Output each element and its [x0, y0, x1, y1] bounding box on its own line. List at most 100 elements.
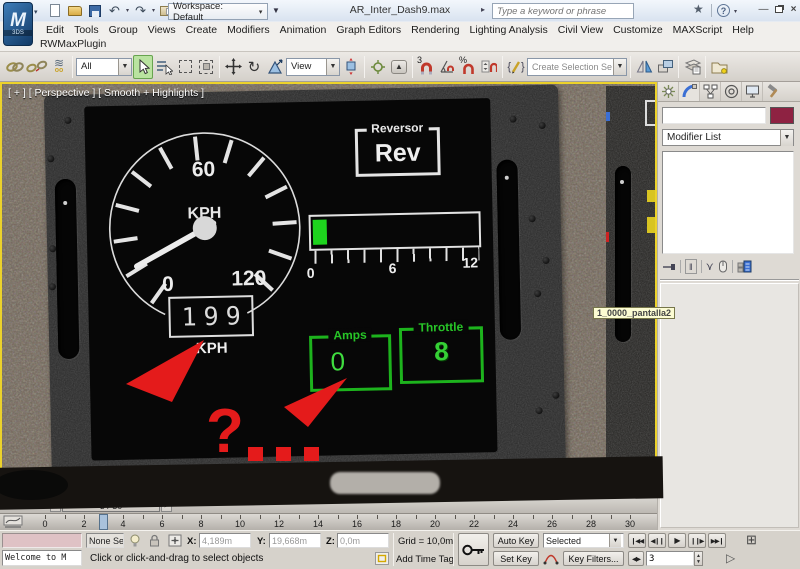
- show-end-result-button[interactable]: ‖: [685, 259, 697, 274]
- menu-item-views[interactable]: Views: [146, 23, 178, 37]
- select-and-scale-button[interactable]: [265, 55, 285, 79]
- menu-item-modifiers[interactable]: Modifiers: [225, 23, 272, 37]
- viewport-label[interactable]: [ + ] [ Perspective ] [ Smooth + Highlig…: [8, 87, 204, 99]
- open-file-button[interactable]: [66, 2, 83, 19]
- dashboard-model[interactable]: 60 0 120 KPH 199 KPH Reversor Rev: [44, 85, 566, 488]
- menu-item-civil-view[interactable]: Civil View: [556, 23, 605, 37]
- unlink-button[interactable]: [26, 55, 48, 79]
- menu-item-tools[interactable]: Tools: [72, 23, 101, 37]
- z-coordinate-field[interactable]: [337, 533, 389, 548]
- mirror-button[interactable]: [634, 55, 654, 79]
- search-input[interactable]: [492, 3, 634, 19]
- zoom-all-icon[interactable]: ⊞: [746, 532, 757, 548]
- key-mode-toggle-button[interactable]: ◀▶: [628, 551, 644, 566]
- tab-utilities[interactable]: [763, 82, 784, 101]
- track-bar[interactable]: 024681012141618202224262830: [0, 513, 657, 530]
- menu-item-maxscript[interactable]: MAXScript: [671, 23, 725, 37]
- add-time-tag-label[interactable]: Add Time Tag: [396, 554, 454, 565]
- minimize-button[interactable]: —: [756, 2, 771, 16]
- go-to-start-button[interactable]: ❙◀◀: [628, 533, 646, 548]
- menu-item-edit[interactable]: Edit: [44, 23, 66, 37]
- second-dashboard-panel[interactable]: [606, 86, 655, 490]
- layer-manager-button[interactable]: [682, 55, 702, 79]
- menu-item-graph-editors[interactable]: Graph Editors: [334, 23, 403, 37]
- zoom-viewport-icon[interactable]: [728, 532, 800, 549]
- workspace-dropdown[interactable]: Workspace: Default ▾: [168, 3, 268, 20]
- align-button[interactable]: [655, 55, 675, 79]
- object-name-field[interactable]: [662, 107, 766, 124]
- make-unique-button[interactable]: ⋎: [706, 260, 714, 273]
- select-by-name-button[interactable]: [154, 55, 174, 79]
- current-frame-field[interactable]: [646, 551, 694, 566]
- restore-button[interactable]: [771, 2, 786, 16]
- redo-caret-icon[interactable]: ▾: [152, 7, 155, 14]
- select-and-manipulate-button[interactable]: [368, 55, 388, 79]
- logo-caret-icon[interactable]: ▾: [34, 8, 38, 16]
- tab-create[interactable]: [658, 82, 679, 101]
- next-frame-button[interactable]: ❙❙▶: [688, 533, 706, 548]
- y-coordinate-field[interactable]: [269, 533, 321, 548]
- menu-item-customize[interactable]: Customize: [611, 23, 665, 37]
- redo-button[interactable]: ↷: [132, 2, 149, 19]
- set-key-button[interactable]: Set Key: [493, 551, 539, 566]
- absolute-mode-icon[interactable]: [167, 533, 183, 548]
- modifier-list-dropdown[interactable]: Modifier List ▼: [662, 129, 794, 146]
- zoom-extents-icon[interactable]: [762, 549, 800, 566]
- menu-item-help[interactable]: Help: [730, 23, 756, 37]
- coord-system-dropdown[interactable]: View▼: [286, 58, 340, 76]
- spinner-snap-button[interactable]: [479, 55, 499, 79]
- close-button[interactable]: ×: [786, 2, 800, 16]
- set-keys-button[interactable]: [458, 533, 489, 566]
- selection-set-dropdown[interactable]: Selected▼: [543, 533, 624, 548]
- select-object-button[interactable]: [133, 55, 153, 79]
- percent-snap-button[interactable]: %: [458, 55, 478, 79]
- menu-item-create[interactable]: Create: [184, 23, 220, 37]
- angle-snap-button[interactable]: [437, 55, 457, 79]
- edit-named-selection-sets-button[interactable]: {}: [506, 55, 526, 79]
- scene-states-button[interactable]: [709, 55, 729, 79]
- app-logo[interactable]: M 3DS: [3, 2, 33, 46]
- isolate-selection-icon[interactable]: [374, 551, 390, 566]
- rectangular-selection-button[interactable]: [175, 55, 195, 79]
- qat-overflow-caret-icon[interactable]: ▼: [272, 6, 280, 15]
- use-pivot-point-button[interactable]: [341, 55, 361, 79]
- remove-modifier-button[interactable]: [718, 260, 728, 273]
- tab-modify[interactable]: [679, 82, 700, 101]
- previous-frame-button[interactable]: ◀❙❙: [648, 533, 666, 548]
- save-file-button[interactable]: [86, 2, 103, 19]
- play-button[interactable]: ▶: [668, 533, 686, 548]
- select-and-move-button[interactable]: [223, 55, 243, 79]
- window-crossing-toggle[interactable]: [196, 55, 216, 79]
- object-color-swatch[interactable]: [770, 107, 794, 124]
- menu-item-animation[interactable]: Animation: [278, 23, 329, 37]
- undo-button[interactable]: ↶: [106, 2, 123, 19]
- maxscript-m acro-recorder-field[interactable]: [2, 533, 82, 548]
- x-coordinate-field[interactable]: [199, 533, 251, 548]
- menu-item-rwmaxplugin[interactable]: RWMaxPlugin: [38, 37, 108, 51]
- bind-to-spacewarp-button[interactable]: ≋oo: [49, 55, 69, 79]
- undo-caret-icon[interactable]: ▾: [126, 7, 129, 14]
- tab-display[interactable]: [742, 82, 763, 101]
- dashboard-screen[interactable]: 60 0 120 KPH 199 KPH Reversor Rev: [84, 98, 497, 460]
- menu-item-group[interactable]: Group: [107, 23, 140, 37]
- selection-lock-icon[interactable]: [147, 533, 162, 548]
- help-caret-icon[interactable]: ▾: [734, 8, 737, 15]
- configure-modifier-sets-button[interactable]: [737, 260, 752, 273]
- default-tangent-icon[interactable]: [543, 552, 560, 566]
- zoom-region-icon[interactable]: ▷: [726, 551, 735, 565]
- maxscript-listener-field[interactable]: Welcome to M: [2, 550, 82, 566]
- select-and-link-button[interactable]: [5, 55, 25, 79]
- help-button[interactable]: ?: [717, 4, 730, 17]
- tab-hierarchy[interactable]: [700, 82, 721, 101]
- new-file-button[interactable]: [46, 2, 63, 19]
- key-filters-button[interactable]: Key Filters...: [563, 551, 624, 566]
- current-frame-marker[interactable]: [99, 514, 108, 530]
- frame-spinner[interactable]: ▲▼: [694, 551, 703, 566]
- menu-item-lighting-analysis[interactable]: Lighting Analysis: [468, 23, 550, 37]
- keyboard-override-toggle[interactable]: ▲: [389, 55, 409, 79]
- favorites-star-icon[interactable]: ★: [693, 2, 704, 16]
- select-and-rotate-button[interactable]: ↻: [244, 55, 264, 79]
- pin-stack-button[interactable]: [662, 261, 676, 273]
- selection-filter-dropdown[interactable]: All▼: [76, 58, 132, 76]
- named-selection-sets-dropdown[interactable]: Create Selection Se▼: [527, 58, 627, 76]
